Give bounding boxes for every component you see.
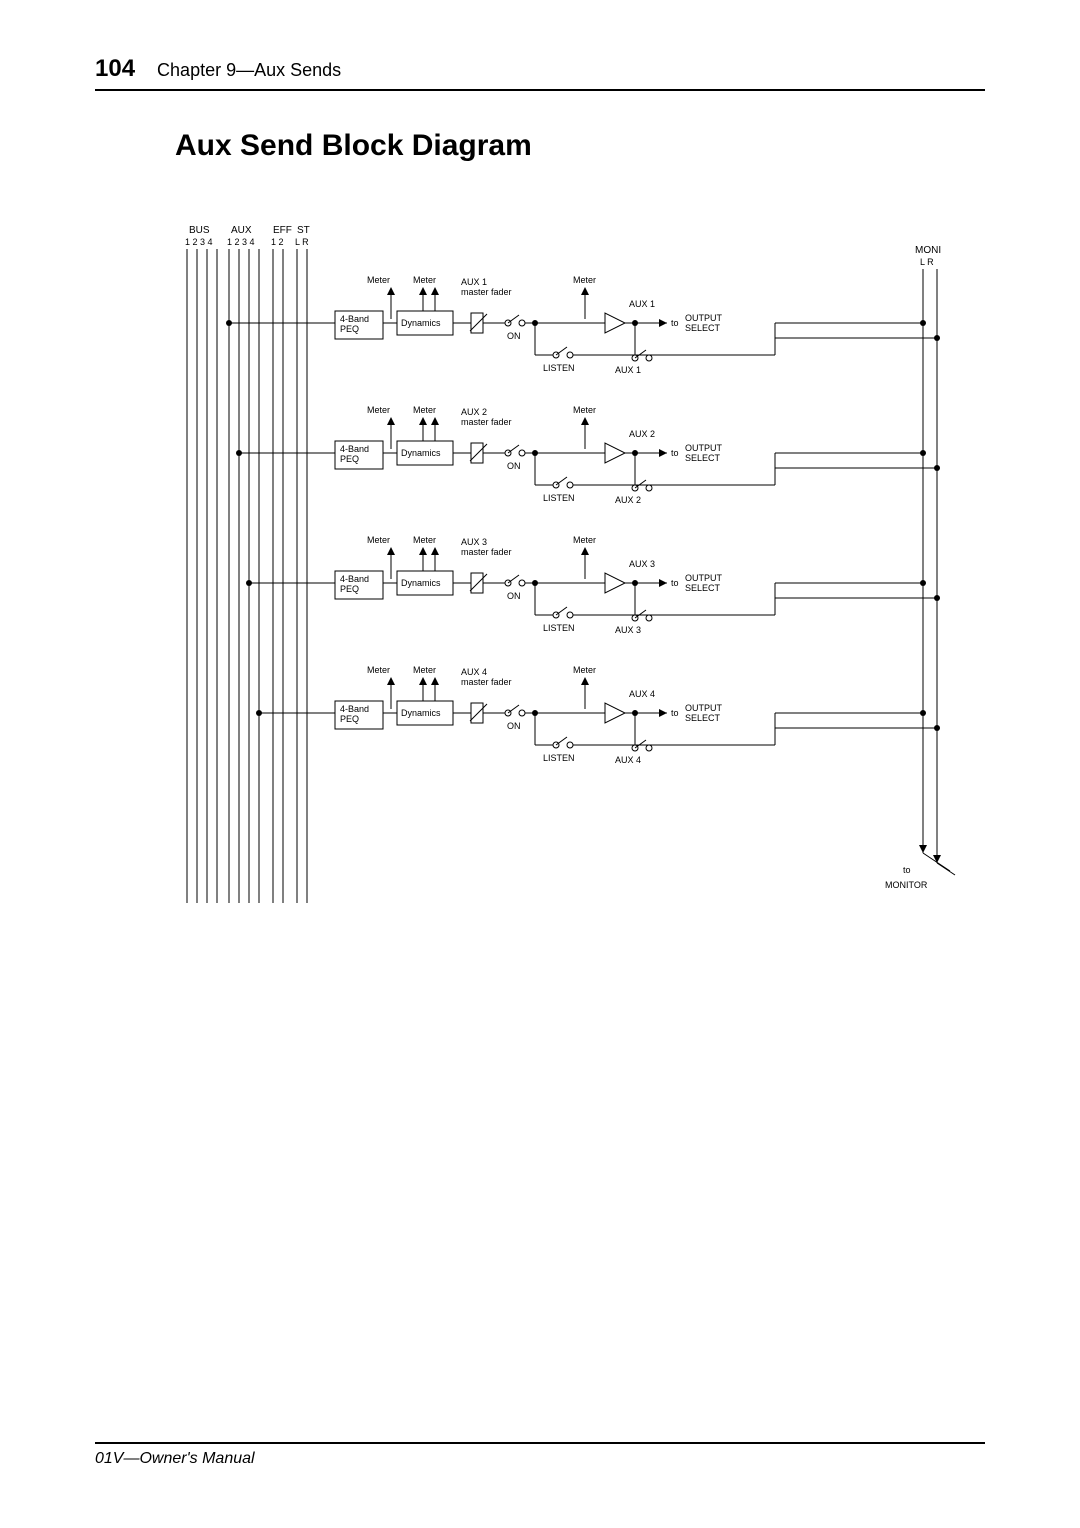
meter-label: Meter	[573, 275, 596, 285]
page-header: 104 Chapter 9—Aux Sends	[95, 55, 985, 91]
fader-label: AUX 1master fader	[461, 277, 512, 297]
bus-label: BUS	[189, 225, 210, 236]
svg-text:AUX 2master fader: AUX 2master fader	[461, 407, 512, 427]
svg-text:to: to	[671, 578, 679, 588]
svg-text:Dynamics: Dynamics	[401, 578, 441, 588]
aux-channel-1: 4-BandPEQ Meter Dynamics Meter AUX 1mast…	[226, 275, 940, 375]
svg-text:OUTPUTSELECT: OUTPUTSELECT	[685, 703, 723, 723]
arrow-right-icon	[659, 319, 667, 327]
section-title: Aux Send Block Diagram	[175, 129, 985, 163]
arrow-up-icon	[431, 287, 439, 295]
monitor-label: MONITOR	[885, 880, 928, 890]
bus-nums: 1 2 3 4	[185, 237, 213, 247]
svg-text:AUX 2: AUX 2	[629, 429, 655, 439]
aux-nums: 1 2 3 4	[227, 237, 255, 247]
st-nums: L R	[295, 237, 309, 247]
svg-text:LISTEN: LISTEN	[543, 753, 575, 763]
svg-text:to: to	[671, 708, 679, 718]
svg-text:Meter: Meter	[413, 535, 436, 545]
aux-channel-4: 4-BandPEQ Meter Dynamics Meter AUX 4mast…	[256, 665, 940, 765]
svg-text:OUTPUTSELECT: OUTPUTSELECT	[685, 443, 723, 463]
node-icon	[920, 320, 926, 326]
moni-label: MONI	[915, 245, 941, 256]
svg-text:Meter: Meter	[573, 535, 596, 545]
aux-channel-3: 4-BandPEQ Meter Dynamics Meter AUX 3mast…	[246, 535, 940, 635]
eff-label: EFF	[273, 225, 292, 236]
output-select-label: OUTPUTSELECT	[685, 313, 723, 333]
svg-text:AUX 4: AUX 4	[629, 689, 655, 699]
svg-text:Meter: Meter	[573, 405, 596, 415]
svg-text:ON: ON	[507, 721, 521, 731]
meter-label: Meter	[413, 275, 436, 285]
amplifier-icon	[605, 313, 625, 333]
switch-icon	[519, 320, 525, 326]
svg-text:Dynamics: Dynamics	[401, 708, 441, 718]
fader-icon	[471, 313, 483, 333]
meter-label: Meter	[367, 275, 390, 285]
monitor-output: to MONITOR	[885, 823, 955, 890]
svg-text:AUX 3: AUX 3	[629, 559, 655, 569]
aux-label: AUX	[231, 225, 252, 236]
svg-text:LISTEN: LISTEN	[543, 623, 575, 633]
arrow-up-icon	[387, 287, 395, 295]
switch-icon	[567, 352, 573, 358]
moni-lines	[923, 269, 937, 823]
svg-text:AUX 3: AUX 3	[615, 625, 641, 635]
svg-text:Meter: Meter	[367, 405, 390, 415]
monitor-to-label: to	[903, 865, 911, 875]
page-content: 104 Chapter 9—Aux Sends Aux Send Block D…	[95, 55, 985, 923]
svg-text:Meter: Meter	[413, 405, 436, 415]
aux-bot-label: AUX 1	[615, 365, 641, 375]
svg-text:AUX 2: AUX 2	[615, 495, 641, 505]
arrow-up-icon	[581, 287, 589, 295]
svg-text:AUX 4: AUX 4	[615, 755, 641, 765]
node-icon	[934, 335, 940, 341]
svg-text:OUTPUTSELECT: OUTPUTSELECT	[685, 573, 723, 593]
to-label: to	[671, 318, 679, 328]
svg-text:AUX 4master fader: AUX 4master fader	[461, 667, 512, 687]
dynamics-label: Dynamics	[401, 318, 441, 328]
switch-icon	[646, 355, 652, 361]
arrow-down-icon	[919, 845, 927, 853]
listen-label: LISTEN	[543, 363, 575, 373]
moni-lr: L R	[920, 257, 934, 267]
svg-text:Dynamics: Dynamics	[401, 448, 441, 458]
svg-text:ON: ON	[507, 461, 521, 471]
arrow-up-icon	[419, 287, 427, 295]
chapter-title: Chapter 9—Aux Sends	[157, 60, 341, 81]
svg-text:Meter: Meter	[367, 535, 390, 545]
svg-text:ON: ON	[507, 591, 521, 601]
eff-nums: 1 2	[271, 237, 284, 247]
on-label: ON	[507, 331, 521, 341]
page-number: 104	[95, 55, 135, 83]
st-label: ST	[297, 225, 310, 236]
block-diagram: BUS AUX EFF ST 1 2 3 4 1 2 3 4 1 2 L R	[175, 223, 975, 923]
svg-text:AUX 3master fader: AUX 3master fader	[461, 537, 512, 557]
aux-channel-2: 4-BandPEQ Meter Dynamics Meter AUX 2mast…	[236, 405, 940, 505]
footer-text: 01V—Owner's Manual	[95, 1450, 255, 1467]
bus-lines	[187, 249, 307, 903]
svg-text:Meter: Meter	[573, 665, 596, 675]
svg-text:to: to	[671, 448, 679, 458]
page-footer: 01V—Owner's Manual	[95, 1442, 985, 1468]
svg-text:Meter: Meter	[413, 665, 436, 675]
svg-text:LISTEN: LISTEN	[543, 493, 575, 503]
svg-text:Meter: Meter	[367, 665, 390, 675]
aux-out-label: AUX 1	[629, 299, 655, 309]
